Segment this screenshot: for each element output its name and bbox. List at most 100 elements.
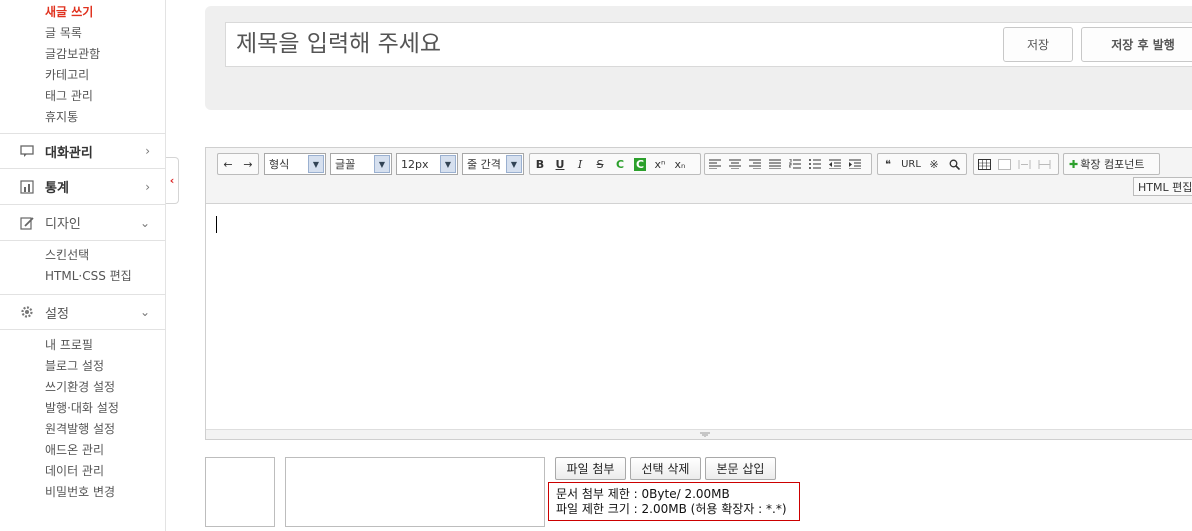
sidebar-item-data[interactable]: 데이터 관리 xyxy=(45,461,119,482)
superscript-button[interactable]: xⁿ xyxy=(650,154,670,174)
indent-icon[interactable] xyxy=(845,154,865,174)
chevron-down-icon: ▼ xyxy=(506,155,522,173)
attachment-limit-line: 문서 첨부 제한 : 0Byte/ 2.00MB xyxy=(556,487,730,501)
insert-body-button[interactable]: 본문 삽입 xyxy=(705,457,776,480)
outdent-icon[interactable] xyxy=(825,154,845,174)
history-group: ← → xyxy=(217,153,259,175)
sidebar-section-label: 통계 xyxy=(45,181,69,196)
sidebar-item-html-css[interactable]: HTML·CSS 편집 xyxy=(45,266,132,287)
bg-color-button[interactable]: C xyxy=(630,154,650,174)
search-icon[interactable] xyxy=(944,154,964,174)
write-menu: 새글 쓰기 글 목록 글감보관함 카테고리 태그 관리 휴지통 xyxy=(0,2,100,128)
redo-button[interactable]: → xyxy=(238,154,258,174)
attachment-limit-info: 문서 첨부 제한 : 0Byte/ 2.00MB 파일 제한 크기 : 2.00… xyxy=(548,482,800,521)
italic-button[interactable]: I xyxy=(570,154,590,174)
title-panel: 제목을 입력해 주세요 저장 저장 후 발행 xyxy=(205,6,1192,110)
sidebar-item-post-list[interactable]: 글 목록 xyxy=(45,23,100,44)
sidebar-item-tags[interactable]: 태그 관리 xyxy=(45,86,100,107)
undo-button[interactable]: ← xyxy=(218,154,238,174)
underline-button[interactable]: U xyxy=(550,154,570,174)
align-center-icon[interactable] xyxy=(725,154,745,174)
bg-color-swatch: C xyxy=(633,157,647,171)
editor-toolbar: ← → 형식 ▼ 글꼴 ▼ 12px ▼ 줄 간격 ▼ B U I S C C xyxy=(206,148,1192,204)
gear-icon xyxy=(21,306,33,318)
sidebar: 새글 쓰기 글 목록 글감보관함 카테고리 태그 관리 휴지통 대화관리 › 통… xyxy=(0,0,166,531)
sidebar-item-category[interactable]: 카테고리 xyxy=(45,65,100,86)
align-right-icon[interactable] xyxy=(745,154,765,174)
sidebar-item-drafts[interactable]: 글감보관함 xyxy=(45,44,100,65)
chevron-right-icon: › xyxy=(145,179,150,194)
sidebar-section-settings[interactable]: 설정 ⌄ xyxy=(0,294,166,330)
bullet-list-icon[interactable] xyxy=(805,154,825,174)
attach-file-button[interactable]: 파일 첨부 xyxy=(555,457,626,480)
size-select-value: 12px xyxy=(401,157,429,171)
chevron-down-icon: ▼ xyxy=(308,155,324,173)
sidebar-item-blog-settings[interactable]: 블로그 설정 xyxy=(45,356,119,377)
sidebar-collapse-button[interactable]: ‹ xyxy=(166,157,179,204)
text-caret xyxy=(216,216,217,233)
sidebar-item-trash[interactable]: 휴지통 xyxy=(45,107,100,128)
sidebar-section-label: 디자인 xyxy=(45,217,81,232)
extend-component-label: 확장 컴포넌트 xyxy=(1080,158,1145,171)
align-left-icon[interactable] xyxy=(705,154,725,174)
chevron-left-icon: ‹ xyxy=(169,174,175,187)
sidebar-item-addons[interactable]: 애드온 관리 xyxy=(45,440,119,461)
chevron-down-icon: ⌄ xyxy=(139,215,150,230)
sidebar-section-design[interactable]: 디자인 ⌄ xyxy=(0,205,166,241)
sidebar-item-publish-settings[interactable]: 발행·대화 설정 xyxy=(45,398,119,419)
attachment-file-list[interactable] xyxy=(285,457,545,527)
editor-content-area[interactable] xyxy=(206,204,1192,430)
html-edit-button[interactable]: HTML 편집 xyxy=(1133,177,1192,196)
table-cell-icon[interactable] xyxy=(994,154,1014,174)
size-select[interactable]: 12px ▼ xyxy=(396,153,458,175)
font-select-value: 글꼴 xyxy=(335,158,356,171)
bold-button[interactable]: B xyxy=(530,154,550,174)
editor: ← → 형식 ▼ 글꼴 ▼ 12px ▼ 줄 간격 ▼ B U I S C C xyxy=(205,147,1192,440)
table-split-icon[interactable] xyxy=(1034,154,1054,174)
text-color-button[interactable]: C xyxy=(610,154,630,174)
align-justify-icon[interactable] xyxy=(765,154,785,174)
save-publish-button[interactable]: 저장 후 발행 xyxy=(1081,27,1192,62)
align-group xyxy=(704,153,872,175)
insert-group: ❝ URL ※ xyxy=(877,153,967,175)
save-button[interactable]: 저장 xyxy=(1003,27,1073,62)
attachment-preview xyxy=(205,457,275,527)
sidebar-section-label: 대화관리 xyxy=(45,145,93,161)
strike-button[interactable]: S xyxy=(590,154,610,174)
table-icon[interactable] xyxy=(974,154,994,174)
sidebar-section-label: 설정 xyxy=(45,306,69,322)
chevron-down-icon: ▼ xyxy=(374,155,390,173)
settings-menu: 내 프로필 블로그 설정 쓰기환경 설정 발행·대화 설정 원격발행 설정 애드… xyxy=(0,335,119,503)
font-select[interactable]: 글꼴 ▼ xyxy=(330,153,392,175)
sidebar-item-remote-publish[interactable]: 원격발행 설정 xyxy=(45,419,119,440)
editor-resize-handle[interactable] xyxy=(206,429,1192,439)
plus-icon: ✚ xyxy=(1069,157,1079,171)
chevron-down-icon: ▼ xyxy=(440,155,456,173)
sidebar-item-write-settings[interactable]: 쓰기환경 설정 xyxy=(45,377,119,398)
chevron-down-icon: ⌄ xyxy=(139,305,150,319)
format-select-value: 형식 xyxy=(269,158,290,171)
comment-icon xyxy=(20,145,34,157)
sidebar-item-new-post[interactable]: 새글 쓰기 xyxy=(45,2,100,23)
sidebar-item-password[interactable]: 비밀번호 변경 xyxy=(45,482,119,503)
text-style-group: B U I S C C xⁿ xₙ xyxy=(529,153,701,175)
url-button[interactable]: URL xyxy=(898,154,924,174)
line-height-select[interactable]: 줄 간격 ▼ xyxy=(462,153,524,175)
html-edit-label: HTML 편집 xyxy=(1138,180,1192,194)
delete-selected-button[interactable]: 선택 삭제 xyxy=(630,457,701,480)
table-merge-icon[interactable] xyxy=(1014,154,1034,174)
table-group xyxy=(973,153,1059,175)
quote-icon[interactable]: ❝ xyxy=(878,154,898,174)
special-char-icon[interactable]: ※ xyxy=(924,154,944,174)
numbered-list-icon[interactable] xyxy=(785,154,805,174)
sidebar-section-stats[interactable]: 통계 › xyxy=(0,169,166,205)
resize-grip-icon xyxy=(700,432,710,437)
sidebar-item-profile[interactable]: 내 프로필 xyxy=(45,335,119,356)
design-menu: 스킨선택 HTML·CSS 편집 xyxy=(0,245,132,287)
subscript-button[interactable]: xₙ xyxy=(670,154,690,174)
extend-component-button[interactable]: ✚ 확장 컴포넌트 xyxy=(1063,153,1160,175)
format-select[interactable]: 형식 ▼ xyxy=(264,153,326,175)
chevron-right-icon: › xyxy=(145,144,150,158)
sidebar-section-comments[interactable]: 대화관리 › xyxy=(0,133,166,169)
sidebar-item-skin[interactable]: 스킨선택 xyxy=(45,245,132,266)
